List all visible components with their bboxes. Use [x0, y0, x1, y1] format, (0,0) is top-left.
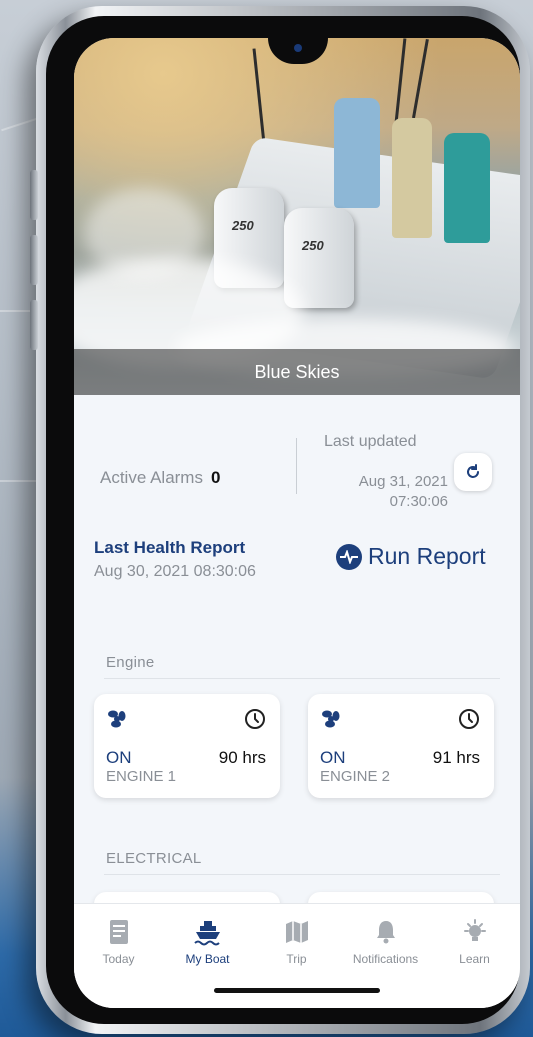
bell-icon — [376, 921, 395, 944]
tab-label: Learn — [459, 952, 490, 966]
tab-label: Notifications — [352, 952, 419, 966]
side-button — [30, 300, 38, 350]
clock-icon — [245, 709, 265, 729]
last-updated-time: 07:30:06 — [389, 493, 448, 510]
engine-hours: 90 hrs — [218, 748, 266, 767]
heartbeat-icon — [336, 543, 362, 570]
engine-fan-icon — [108, 710, 126, 728]
tab-label: Today — [102, 952, 135, 966]
run-report-button[interactable]: Run Report — [336, 543, 486, 570]
section-divider — [104, 874, 500, 875]
engine-name: ENGINE 1 — [106, 768, 177, 785]
tab-notifications[interactable]: Notifications — [341, 918, 430, 966]
boat-name-caption: Blue Skies — [74, 349, 520, 395]
engine-name: ENGINE 2 — [320, 768, 391, 785]
active-alarms-count: 0 — [210, 468, 221, 487]
last-updated-value: Aug 31, 2021 07:30:06 — [324, 472, 448, 512]
last-health-report-date: Aug 30, 2021 08:30:06 — [94, 563, 256, 580]
tab-learn[interactable]: Learn — [430, 918, 519, 966]
refresh-button[interactable] — [454, 453, 492, 491]
electrical-section-title: ELECTRICAL — [106, 850, 202, 867]
boat-name: Blue Skies — [254, 361, 340, 382]
tab-today[interactable]: Today — [74, 918, 163, 966]
engine-hours: 91 hrs — [432, 748, 480, 767]
last-updated-label: Last updated — [324, 433, 417, 450]
engine-card[interactable]: ON 90 hrs ENGINE 1 — [94, 694, 280, 798]
engine-state: ON — [320, 748, 346, 767]
lightbulb-icon — [463, 919, 486, 941]
engine-section-title: Engine — [106, 654, 155, 671]
camera-icon — [294, 44, 302, 52]
clock-icon — [459, 709, 479, 729]
side-button — [30, 170, 38, 220]
boat-icon — [193, 921, 220, 946]
engine-card[interactable]: ON 91 hrs ENGINE 2 — [308, 694, 494, 798]
status-summary: Active Alarms 0 Last updated Aug 31, 2021… — [74, 398, 520, 518]
tab-label: Trip — [286, 952, 307, 966]
tab-my-boat[interactable]: My Boat — [163, 918, 252, 966]
map-icon — [285, 921, 308, 943]
background-line — [0, 480, 40, 482]
boat-hero-photo: 250 250 Blue Skies — [74, 38, 520, 395]
section-divider — [104, 678, 500, 679]
engine-state: ON — [106, 748, 132, 767]
side-button — [30, 235, 38, 285]
refresh-icon — [467, 464, 479, 478]
tab-trip[interactable]: Trip — [252, 918, 341, 966]
home-indicator[interactable] — [214, 988, 380, 993]
last-updated-date: Aug 31, 2021 — [358, 473, 448, 490]
document-icon — [109, 920, 128, 944]
tab-label: My Boat — [185, 952, 230, 966]
active-alarms[interactable]: Active Alarms 0 — [100, 468, 220, 488]
last-health-report-title[interactable]: Last Health Report — [94, 538, 245, 558]
engine-fan-icon — [322, 710, 340, 728]
active-alarms-label: Active Alarms — [100, 468, 203, 487]
divider — [296, 438, 297, 494]
app-screen: 250 250 Blue Skies Active Alarms 0 Last u… — [74, 38, 520, 1008]
run-report-label: Run Report — [368, 543, 486, 569]
